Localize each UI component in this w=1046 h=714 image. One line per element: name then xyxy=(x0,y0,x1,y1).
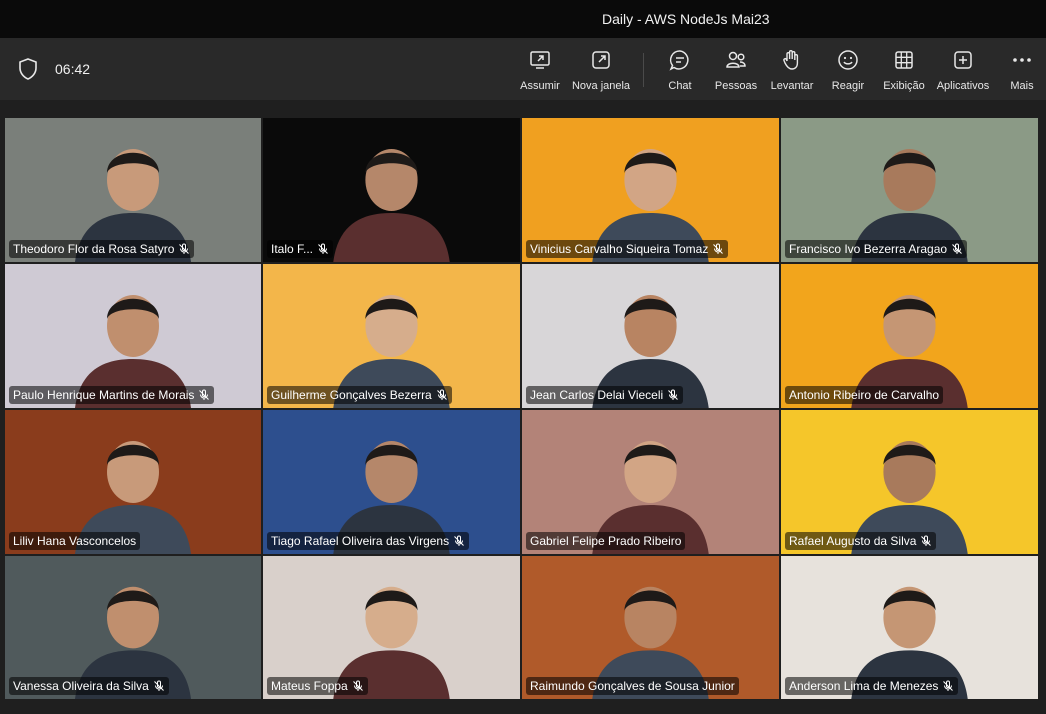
participant-grid: Theodoro Flor da Rosa Satyro Italo F... Vi… xyxy=(5,118,1038,701)
participant-name: Tiago Rafael Oliveira das Virgens xyxy=(271,534,450,548)
shield-icon[interactable] xyxy=(18,58,38,80)
participant-name-tag: Raimundo Gonçalves de Sousa Junior xyxy=(526,677,739,695)
participant-name: Mateus Foppa xyxy=(271,679,348,693)
raise-hand-icon xyxy=(783,50,799,70)
participant-name-tag: Theodoro Flor da Rosa Satyro xyxy=(9,240,195,258)
participant-name: Antonio Ribeiro de Carvalho xyxy=(789,388,940,402)
participant-name: Vanessa Oliveira da Silva xyxy=(13,679,149,693)
mic-muted-icon xyxy=(318,243,328,254)
participant-name: Vinicius Carvalho Siqueira Tomaz xyxy=(530,242,709,256)
title-bar: Daily - AWS NodeJs Mai23 xyxy=(0,0,1046,38)
participant-tile[interactable]: Tiago Rafael Oliveira das Virgens xyxy=(263,410,520,554)
aplicativos-button[interactable]: Aplicativos xyxy=(935,48,991,94)
exibicao-label: Exibição xyxy=(883,80,925,92)
participant-name-tag: Anderson Lima de Menezes xyxy=(785,677,959,695)
nova-janela-label: Nova janela xyxy=(571,80,631,92)
grid-view-icon xyxy=(895,51,913,69)
participant-name: Rafael Augusto da Silva xyxy=(789,534,917,548)
share-screen-icon xyxy=(530,51,550,69)
participant-name-tag: Italo F... xyxy=(267,240,334,258)
participant-name-tag: Gabriel Felipe Prado Ribeiro xyxy=(526,532,686,550)
participant-tile[interactable]: Guilherme Gonçalves Bezerra xyxy=(263,264,520,408)
emoji-icon xyxy=(838,50,858,70)
levantar-label: Levantar xyxy=(770,80,814,92)
reagir-label: Reagir xyxy=(831,80,865,92)
participant-tile[interactable]: Rafael Augusto da Silva xyxy=(781,410,1038,554)
participant-name: Paulo Henrique Martins de Morais xyxy=(13,388,195,402)
participant-name-tag: Rafael Augusto da Silva xyxy=(785,532,937,550)
participant-tile[interactable]: Theodoro Flor da Rosa Satyro xyxy=(5,118,261,262)
participant-name-tag: Liliv Hana Vasconcelos xyxy=(9,532,141,550)
meeting-timer: 06:42 xyxy=(55,61,91,77)
chat-icon xyxy=(669,50,689,71)
participant-name: Gabriel Felipe Prado Ribeiro xyxy=(530,534,682,548)
participant-tile[interactable]: Antonio Ribeiro de Carvalho xyxy=(781,264,1038,408)
video-stage: Theodoro Flor da Rosa Satyro Italo F... Vi… xyxy=(0,100,1046,714)
participant-tile[interactable]: Liliv Hana Vasconcelos xyxy=(5,410,261,554)
participant-tile[interactable]: Vanessa Oliveira da Silva xyxy=(5,556,261,699)
mic-muted-icon xyxy=(179,243,190,254)
mic-muted-icon xyxy=(352,680,363,691)
levantar-button[interactable]: Levantar xyxy=(769,48,815,94)
mic-muted-icon xyxy=(153,680,164,691)
mic-muted-icon xyxy=(713,243,724,254)
participant-tile[interactable]: Gabriel Felipe Prado Ribeiro xyxy=(522,410,779,554)
participant-tile[interactable]: Vinicius Carvalho Siqueira Tomaz xyxy=(522,118,779,262)
mic-muted-icon xyxy=(454,535,464,546)
chat-button[interactable]: Chat xyxy=(664,48,696,94)
window-title: Daily - AWS NodeJs Mai23 xyxy=(602,11,770,27)
participant-tile[interactable]: Mateus Foppa xyxy=(263,556,520,699)
reagir-button[interactable]: Reagir xyxy=(830,48,866,94)
add-app-icon xyxy=(954,51,972,69)
participant-name-tag: Tiago Rafael Oliveira das Virgens xyxy=(267,532,470,550)
mic-muted-icon xyxy=(952,243,962,254)
meeting-toolbar: 06:42 Assumir Nova janela Chat Pessoas L… xyxy=(0,38,1046,100)
participant-tile[interactable]: Anderson Lima de Menezes xyxy=(781,556,1038,699)
mic-muted-icon xyxy=(943,680,954,691)
participant-name: Raimundo Gonçalves de Sousa Junior xyxy=(530,679,735,693)
participant-name: Anderson Lima de Menezes xyxy=(789,679,939,693)
toolbar-divider xyxy=(643,53,644,87)
exibicao-button[interactable]: Exibição xyxy=(882,48,926,94)
popout-icon xyxy=(592,51,610,69)
participant-name-tag: Francisco Ivo Bezerra Aragao xyxy=(785,240,968,258)
nova-janela-button[interactable]: Nova janela xyxy=(570,48,632,94)
aplicativos-label: Aplicativos xyxy=(936,80,990,92)
participant-name-tag: Vanessa Oliveira da Silva xyxy=(9,677,169,695)
participant-name-tag: Antonio Ribeiro de Carvalho xyxy=(785,386,944,404)
mais-button[interactable]: Mais xyxy=(1006,48,1038,94)
participant-name: Francisco Ivo Bezerra Aragao xyxy=(789,242,948,256)
more-icon xyxy=(1013,58,1031,62)
participant-tile[interactable]: Jean Carlos Delai Vieceli xyxy=(522,264,779,408)
mic-muted-icon xyxy=(921,535,932,546)
participant-name-tag: Guilherme Gonçalves Bezerra xyxy=(267,386,452,404)
assumir-label: Assumir xyxy=(520,80,560,92)
participant-tile[interactable]: Paulo Henrique Martins de Morais xyxy=(5,264,261,408)
participant-name: Italo F... xyxy=(271,242,314,256)
participant-name: Liliv Hana Vasconcelos xyxy=(13,534,137,548)
assumir-button[interactable]: Assumir xyxy=(517,48,563,94)
participant-tile[interactable]: Italo F... xyxy=(263,118,520,262)
mic-muted-icon xyxy=(436,389,447,400)
people-icon xyxy=(726,51,746,68)
participant-name-tag: Jean Carlos Delai Vieceli xyxy=(526,386,684,404)
participant-name: Guilherme Gonçalves Bezerra xyxy=(271,388,432,402)
participant-name: Jean Carlos Delai Vieceli xyxy=(530,388,664,402)
participant-name-tag: Paulo Henrique Martins de Morais xyxy=(9,386,215,404)
mic-muted-icon xyxy=(199,389,210,400)
pessoas-label: Pessoas xyxy=(714,80,758,92)
participant-tile[interactable]: Francisco Ivo Bezerra Aragao xyxy=(781,118,1038,262)
participant-tile[interactable]: Raimundo Gonçalves de Sousa Junior xyxy=(522,556,779,699)
participant-name-tag: Vinicius Carvalho Siqueira Tomaz xyxy=(526,240,729,258)
chat-label: Chat xyxy=(668,80,692,92)
participant-name-tag: Mateus Foppa xyxy=(267,677,368,695)
mais-label: Mais xyxy=(1010,80,1034,92)
pessoas-button[interactable]: Pessoas xyxy=(714,48,758,94)
participant-name: Theodoro Flor da Rosa Satyro xyxy=(13,242,175,256)
mic-muted-icon xyxy=(668,389,679,400)
